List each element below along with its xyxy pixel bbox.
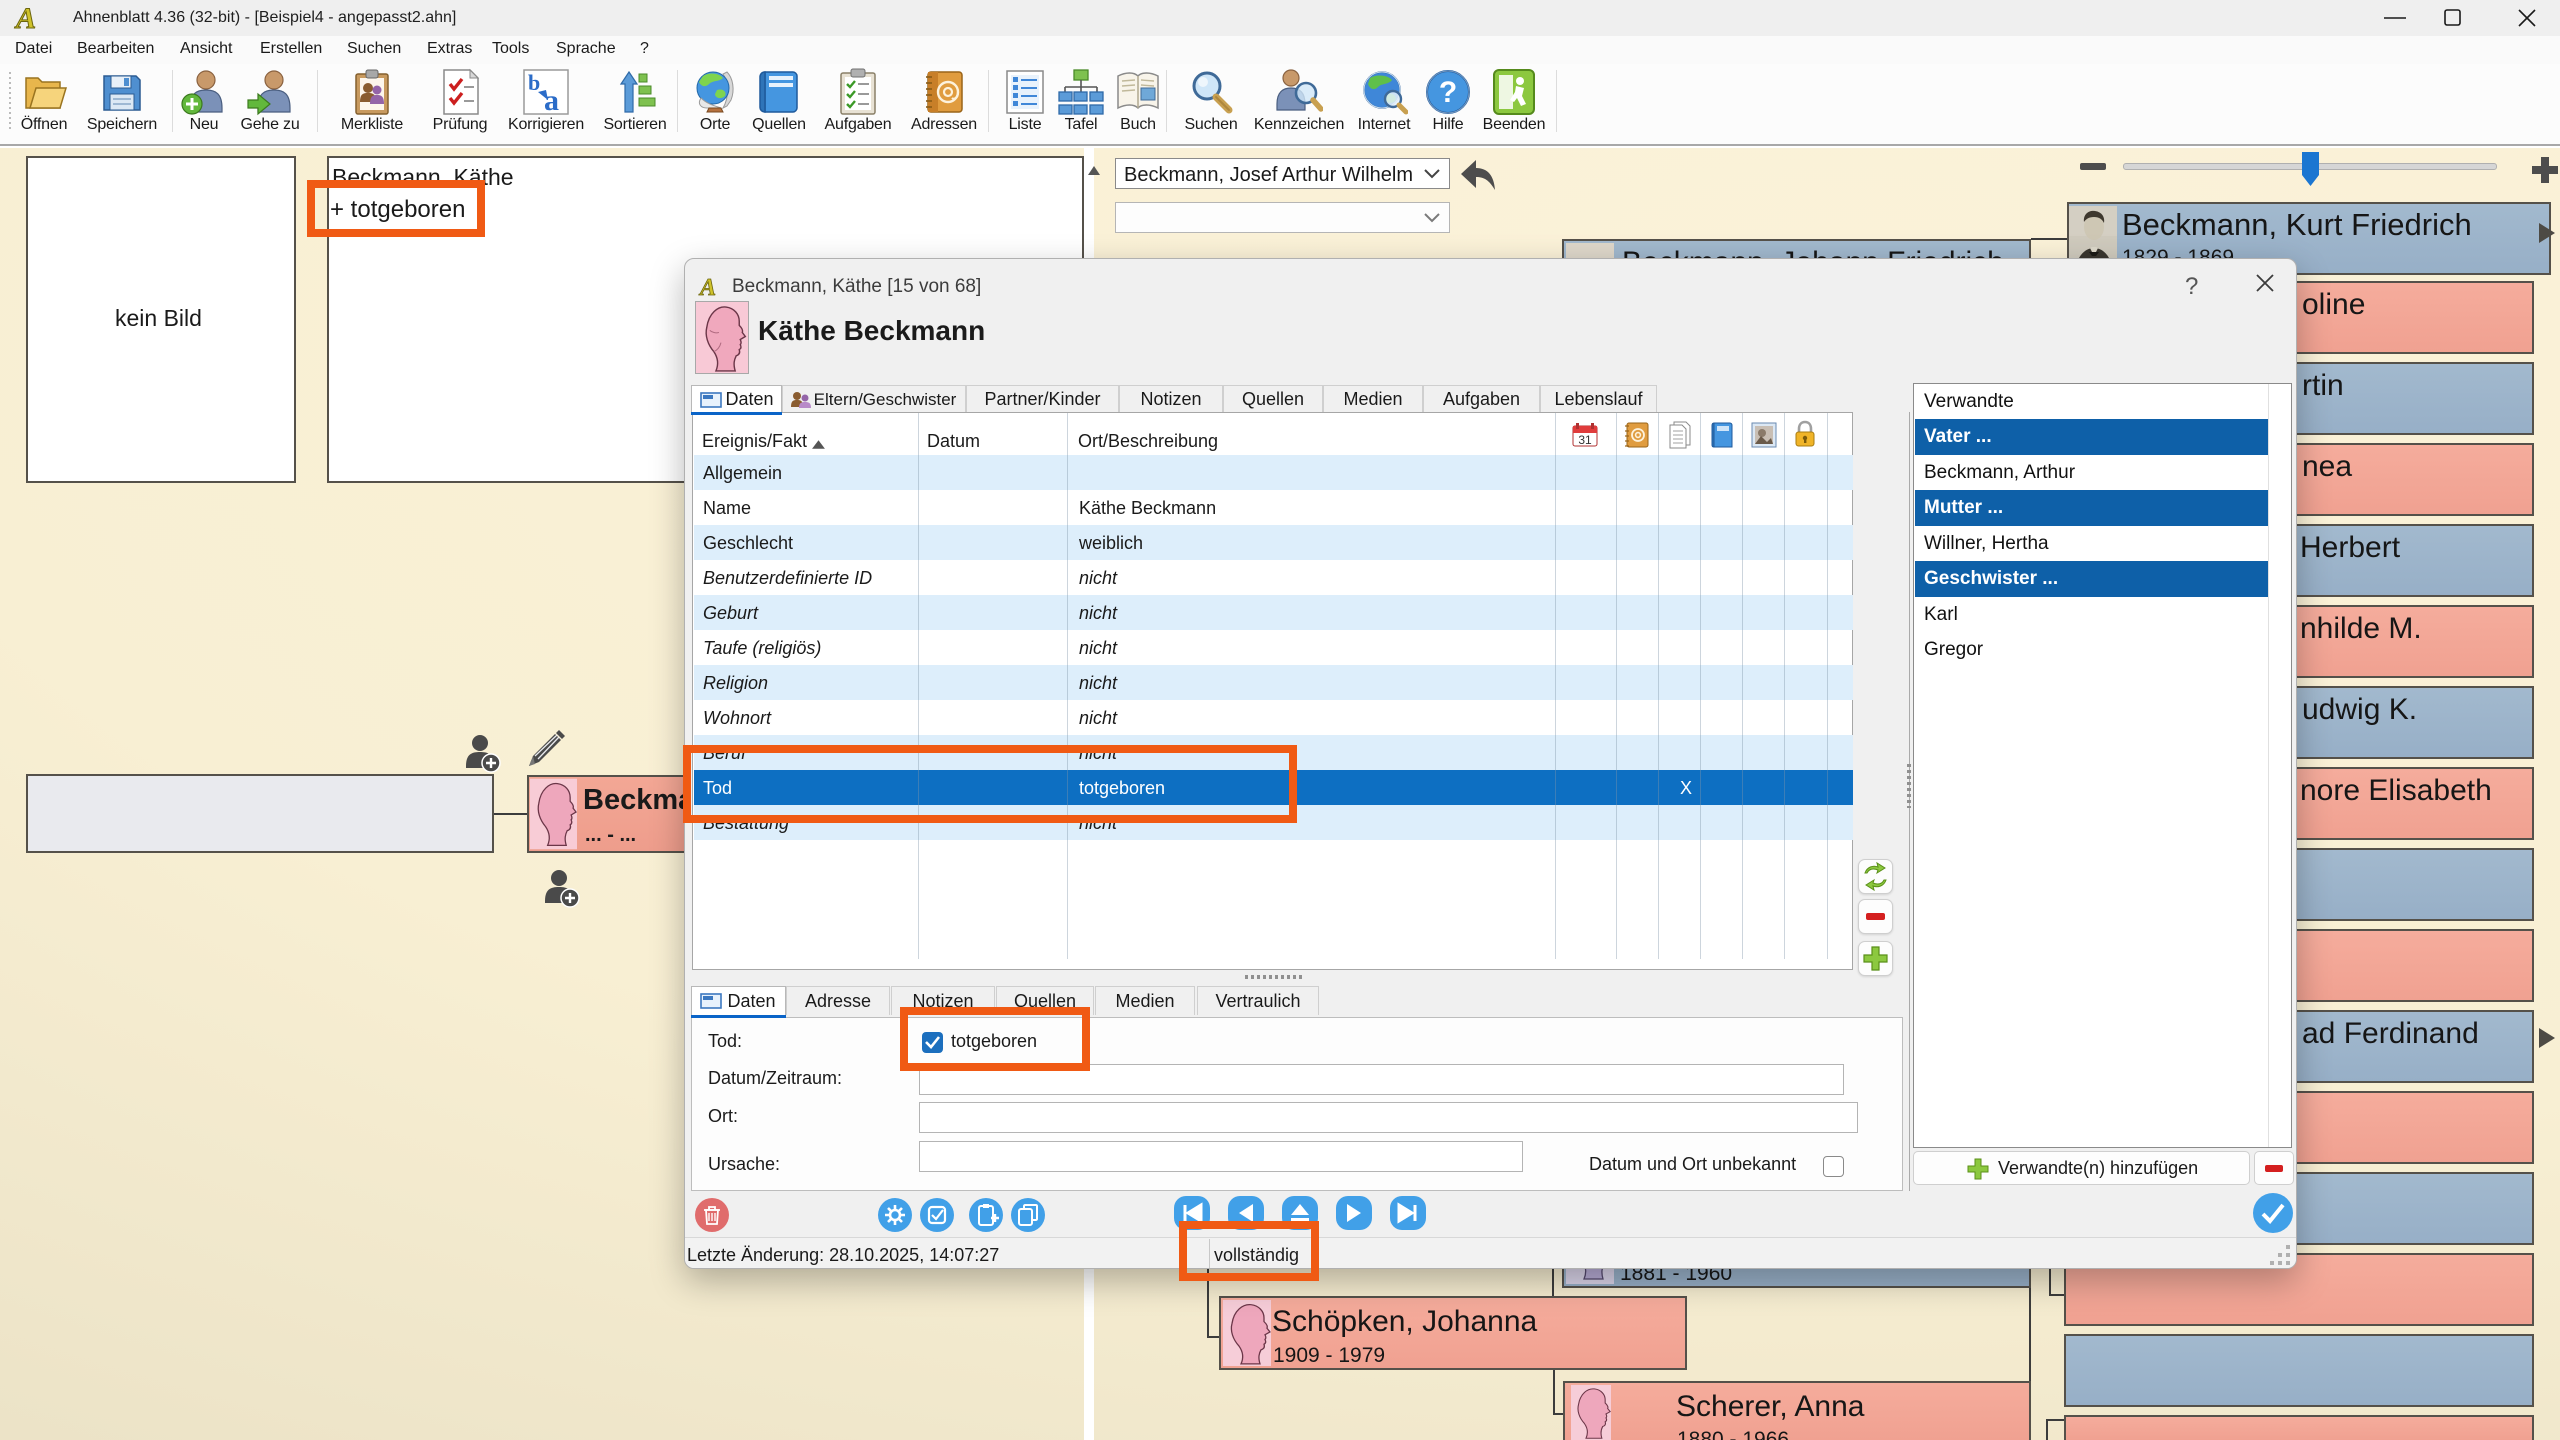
svg-text:A: A	[14, 2, 36, 34]
svg-text:a: a	[544, 84, 559, 116]
svg-text:31: 31	[1578, 433, 1592, 447]
svg-text:?: ?	[1439, 76, 1457, 109]
svg-text:b: b	[528, 70, 540, 95]
svg-text:A: A	[698, 275, 716, 300]
